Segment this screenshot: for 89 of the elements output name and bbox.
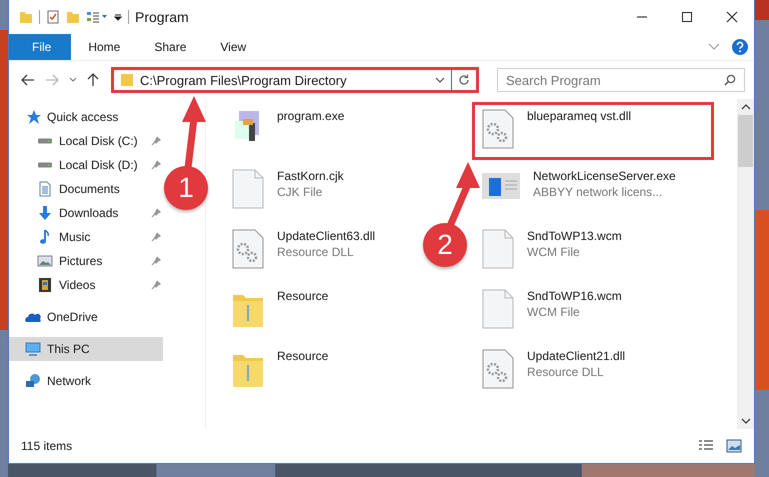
film-strip-icon	[37, 277, 53, 293]
back-arrow-icon[interactable]	[21, 74, 35, 86]
file-item[interactable]: program.exe	[222, 102, 418, 160]
drive-icon	[37, 138, 53, 144]
file-name: SndToWP16.wcm	[527, 289, 622, 303]
sidebar-item[interactable]: Music	[9, 225, 163, 249]
sidebar-item[interactable]: Local Disk (D:)	[9, 153, 163, 177]
picture-frame-icon	[37, 253, 53, 269]
file-type: WCM File	[527, 305, 581, 319]
gear-file-icon	[231, 229, 265, 269]
folder-icon	[120, 73, 134, 87]
sidebar-label: Documents	[59, 182, 120, 196]
details-view-icon[interactable]	[698, 439, 714, 453]
properties-icon[interactable]	[46, 10, 60, 24]
item-count: 115 items	[21, 439, 72, 453]
scroll-thumb[interactable]	[738, 115, 753, 167]
chevron-down-icon[interactable]	[69, 77, 77, 83]
file-type: Resource DLL	[527, 365, 605, 379]
file-name: UpdateClient21.dll	[527, 349, 626, 363]
search-icon[interactable]	[724, 74, 736, 86]
sidebar-label: This PC	[47, 342, 90, 356]
file-name: UpdateClient63.dll	[277, 229, 376, 243]
sidebar-label: Videos	[59, 278, 96, 292]
file-name: FastKorn.cjk	[277, 169, 344, 183]
file-item[interactable]: UpdateClient63.dll Resource DLL	[222, 222, 418, 280]
sidebar-item[interactable]: Documents	[9, 177, 163, 201]
sidebar-item[interactable]: Downloads	[9, 201, 163, 225]
sidebar-label: Music	[59, 230, 90, 244]
file-item[interactable]: NetworkLicenseServer.exe ABBYY network licens...	[472, 162, 714, 220]
sidebar-item[interactable]: Network	[9, 369, 163, 393]
address-bar[interactable]: C:\Program Files\Program Directory	[111, 67, 479, 93]
sidebar-item[interactable]: Local Disk (C:)	[9, 129, 163, 153]
sidebar-label: OneDrive	[47, 310, 98, 324]
file-item[interactable]: SndToWP13.wcm WCM File	[472, 222, 714, 280]
chevron-up-icon[interactable]	[740, 103, 750, 111]
ribbon-tab[interactable]: Home	[71, 34, 138, 60]
file-item[interactable]: UpdateClient21.dll Resource DLL	[472, 342, 714, 400]
chevron-down-icon[interactable]	[740, 417, 750, 425]
sidebar-label: Network	[47, 374, 92, 388]
sidebar-label: Local Disk (D:)	[59, 158, 138, 172]
ribbon-tab[interactable]: View	[203, 34, 264, 60]
sidebar-item[interactable]: Quick access	[9, 105, 163, 129]
ribbon-tab[interactable]: Share	[137, 34, 204, 60]
file-name: Resource	[277, 349, 328, 363]
blank-file-icon	[231, 169, 265, 209]
file-item[interactable]: Resource	[222, 282, 418, 340]
sidebar-label: Pictures	[59, 254, 102, 268]
help-icon[interactable]	[732, 39, 748, 55]
file-type: WCM File	[527, 245, 581, 259]
sidebar-item[interactable]: This PC	[9, 337, 163, 361]
search-field[interactable]: Search Program	[497, 68, 745, 92]
file-type: ABBYY network licens...	[533, 185, 664, 199]
file-item[interactable]: Resource	[222, 342, 418, 400]
document-icon	[37, 181, 53, 197]
gear-file-icon	[481, 109, 515, 149]
monitor-icon	[25, 341, 41, 357]
gear-file-icon	[481, 349, 515, 389]
sidebar-item[interactable]: Pictures	[9, 249, 163, 273]
view-menu-icon[interactable]	[86, 10, 108, 24]
thumbnail-view-icon[interactable]	[726, 439, 742, 453]
drive-icon	[37, 162, 53, 168]
file-name: program.exe	[277, 109, 344, 123]
network-icon	[25, 373, 41, 389]
download-arrow-icon	[37, 205, 53, 221]
refresh-icon[interactable]	[458, 74, 470, 86]
maximize-icon[interactable]	[681, 11, 693, 23]
file-item[interactable]: SndToWP16.wcm WCM File	[472, 282, 714, 340]
file-type: Resource DLL	[277, 245, 355, 259]
sidebar-item[interactable]: OneDrive	[9, 305, 163, 329]
sidebar-label: Local Disk (C:)	[59, 134, 138, 148]
address-path: C:\Program Files\Program Directory	[140, 72, 348, 88]
window-title: Program	[135, 9, 189, 25]
blank-file-icon	[481, 289, 515, 329]
sidebar-label: Quick access	[47, 110, 118, 124]
sidebar-item[interactable]: Videos	[9, 273, 163, 297]
file-item[interactable]: blueparameq vst.dll	[472, 102, 714, 160]
up-arrow-icon[interactable]	[87, 73, 99, 87]
file-type: CJK File	[277, 185, 324, 199]
file-name: blueparameq vst.dll	[527, 109, 632, 123]
scrollbar[interactable]	[737, 99, 754, 429]
star-icon	[25, 109, 41, 125]
file-item[interactable]: FastKorn.cjk CJK File	[222, 162, 418, 220]
file-name: SndToWP13.wcm	[527, 229, 622, 243]
file-name: Resource	[277, 289, 328, 303]
blank-file-icon	[481, 229, 515, 269]
file-name: NetworkLicenseServer.exe	[533, 169, 676, 183]
close-icon[interactable]	[726, 11, 738, 23]
chevron-down-icon[interactable]	[435, 77, 445, 83]
sidebar-label: Downloads	[59, 206, 118, 220]
